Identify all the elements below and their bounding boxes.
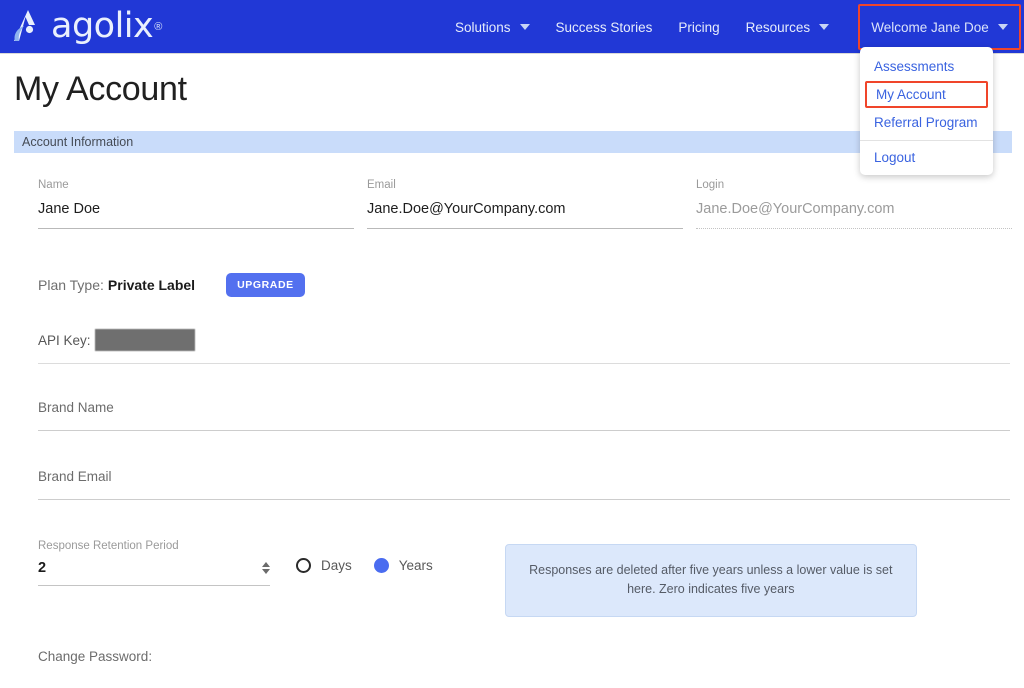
nav-label-solutions: Solutions	[455, 19, 511, 35]
nav-label-success-stories: Success Stories	[555, 19, 653, 35]
field-underline	[38, 499, 1010, 500]
agolix-a-mark-icon	[14, 9, 35, 41]
field-label-login: Login	[696, 179, 725, 191]
chevron-down-icon	[819, 24, 830, 30]
field-response-retention-period[interactable]: Response Retention Period 2	[38, 540, 270, 586]
menu-item-logout[interactable]: Logout	[860, 144, 993, 171]
upgrade-button[interactable]: UPGRADE	[226, 273, 305, 297]
field-value-retention: 2	[38, 560, 47, 576]
radio-option-days[interactable]: Days	[296, 558, 352, 573]
field-name[interactable]: Name Jane Doe	[38, 179, 354, 229]
field-value-email: Jane.Doe@YourCompany.com	[367, 201, 566, 217]
menu-divider	[860, 140, 993, 141]
radio-label-years: Years	[398, 558, 433, 573]
main-nav: Solutions Success Stories Pricing Resour…	[455, 0, 830, 54]
menu-label-my-account: My Account	[876, 87, 946, 102]
field-underline	[38, 430, 1010, 431]
nav-item-solutions[interactable]: Solutions	[455, 0, 530, 54]
logo-registered-mark: ®	[154, 20, 163, 33]
change-password-label: Change Password:	[38, 648, 153, 664]
quantity-stepper[interactable]	[262, 562, 270, 574]
nav-label-pricing: Pricing	[678, 19, 720, 35]
radio-circle-days[interactable]	[296, 558, 311, 573]
chevron-down-icon	[519, 24, 530, 30]
field-value-name: Jane Doe	[38, 201, 101, 217]
field-underline-disabled	[696, 228, 1012, 229]
retention-row: Response Retention Period 2 Days Years R…	[38, 540, 1012, 617]
field-underline	[38, 228, 354, 229]
plan-type-label: Plan Type:	[38, 277, 104, 293]
nav-item-pricing[interactable]: Pricing	[678, 0, 719, 54]
radio-option-years[interactable]: Years	[373, 558, 433, 573]
menu-item-assessments[interactable]: Assessments	[860, 53, 993, 80]
field-brand-name[interactable]: Brand Name	[38, 400, 1010, 431]
nav-item-success-stories[interactable]: Success Stories	[556, 0, 653, 54]
nav-item-resources[interactable]: Resources	[746, 0, 830, 54]
api-key-redacted-value[interactable]	[94, 329, 195, 351]
stepper-up-icon[interactable]	[262, 562, 270, 567]
field-value-login: Jane.Doe@YourCompany.com	[696, 201, 895, 217]
retention-unit-radio-group: Days Years	[296, 558, 433, 573]
field-underline	[38, 585, 270, 586]
user-menu-button[interactable]: Welcome Jane Doe	[858, 4, 1021, 50]
field-underline	[367, 228, 683, 229]
logo[interactable]: agolix ®	[0, 0, 162, 54]
logo-text: agolix	[51, 6, 154, 46]
field-label-brand-email: Brand Email	[38, 469, 112, 484]
menu-item-referral-program[interactable]: Referral Program	[860, 109, 993, 136]
account-form: Name Jane Doe Email Jane.Doe@YourCompany…	[0, 179, 1024, 688]
site-header: agolix ® Solutions Success Stories Prici…	[0, 0, 1024, 54]
api-key-label: API Key:	[38, 332, 91, 348]
menu-item-my-account[interactable]: My Account	[865, 81, 988, 108]
stepper-down-icon[interactable]	[262, 569, 270, 574]
menu-label-referral-program: Referral Program	[874, 115, 978, 130]
menu-label-assessments: Assessments	[874, 59, 955, 74]
radio-label-days: Days	[321, 558, 352, 573]
field-label-name: Name	[38, 179, 69, 191]
field-email[interactable]: Email Jane.Doe@YourCompany.com	[367, 179, 683, 229]
retention-info-box: Responses are deleted after five years u…	[504, 544, 917, 617]
chevron-down-icon	[997, 24, 1008, 30]
api-key-row: API Key:	[38, 329, 1012, 351]
field-label-email: Email	[367, 179, 396, 191]
field-label-brand-name: Brand Name	[38, 400, 114, 415]
retention-info-text: Responses are deleted after five years u…	[529, 563, 893, 597]
identity-row: Name Jane Doe Email Jane.Doe@YourCompany…	[38, 179, 1012, 229]
field-label-retention: Response Retention Period	[38, 540, 179, 552]
user-dropdown-menu: Assessments My Account Referral Program …	[860, 47, 993, 175]
field-login: Login Jane.Doe@YourCompany.com	[696, 179, 1012, 229]
section-header-label: Account Information	[22, 135, 134, 149]
plan-type-row: Plan Type: Private Label UPGRADE	[38, 273, 1012, 297]
plan-type-value: Private Label	[107, 277, 196, 293]
user-menu-label: Welcome Jane Doe	[871, 19, 989, 35]
nav-label-resources: Resources	[745, 19, 811, 35]
radio-circle-years[interactable]	[373, 558, 389, 573]
menu-label-logout: Logout	[874, 150, 916, 165]
api-key-underline	[38, 363, 1010, 364]
field-brand-email[interactable]: Brand Email	[38, 469, 1010, 500]
